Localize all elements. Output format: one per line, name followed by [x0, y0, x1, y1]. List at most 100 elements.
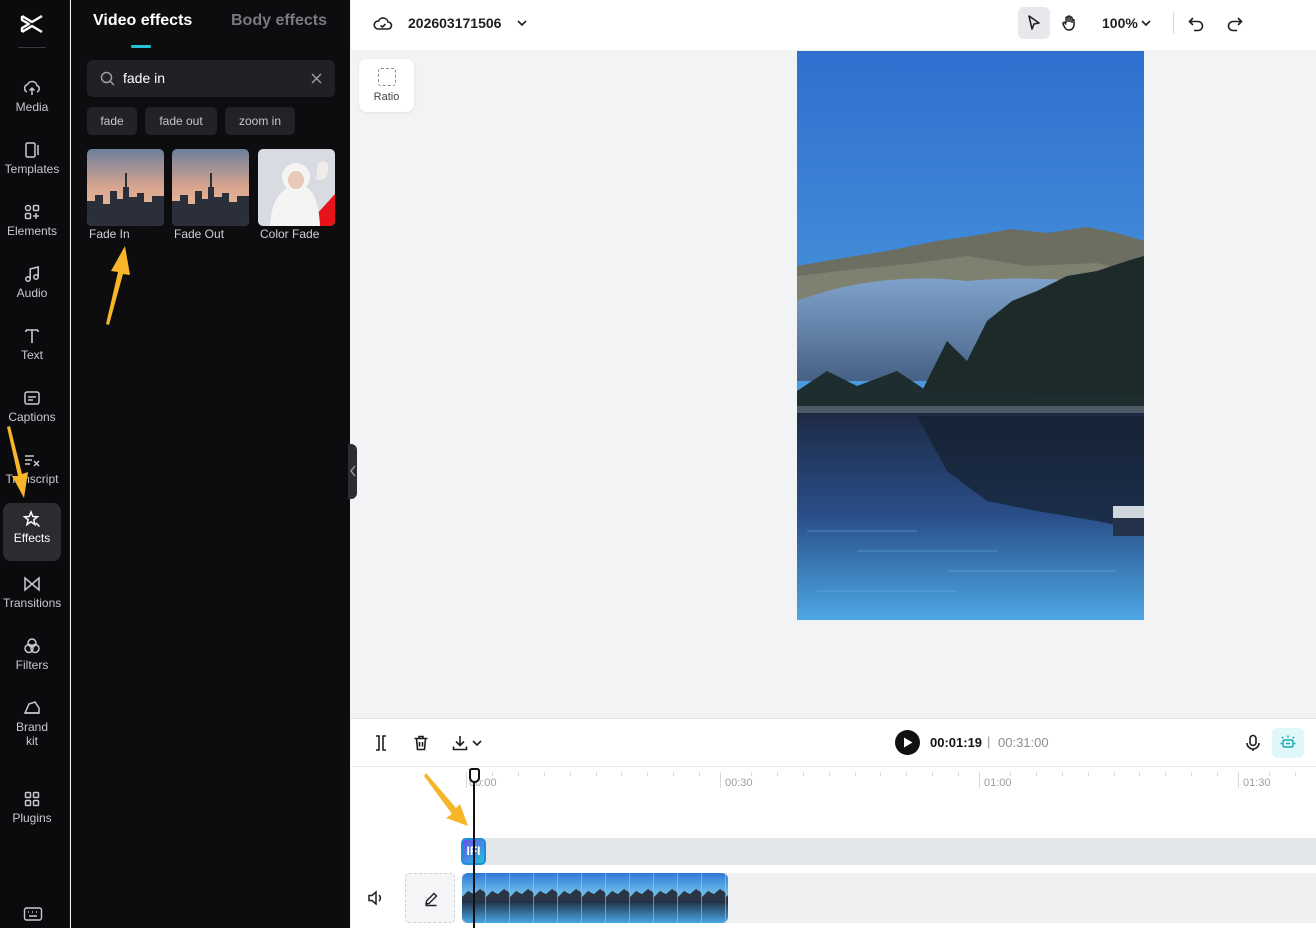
rail-item-label: Filters: [15, 658, 49, 672]
portrait-photo-image: [258, 149, 335, 226]
plugins-grid-icon: [24, 791, 40, 807]
rail-item-filters[interactable]: Filters: [3, 630, 61, 688]
ruler-major-tick: [466, 772, 467, 788]
auto-ai-button[interactable]: [1272, 728, 1304, 758]
suggestion-chip-fade[interactable]: fade: [87, 107, 137, 135]
track-volume-icon[interactable]: [367, 890, 385, 906]
ruler-minor-tick: [673, 772, 675, 776]
search-input[interactable]: [123, 68, 303, 88]
ruler-minor-tick: [1061, 772, 1063, 776]
rail-item-audio[interactable]: Audio: [3, 258, 61, 316]
capcut-logo-icon[interactable]: [18, 10, 46, 38]
panel-collapse-handle[interactable]: [348, 444, 357, 499]
effect-thumbnail-color-fade[interactable]: [258, 149, 335, 226]
filters-icon: [24, 638, 40, 654]
playhead-handle[interactable]: [469, 768, 480, 783]
undo-icon[interactable]: [1187, 14, 1205, 32]
effect-label-fade-in: Fade In: [89, 227, 130, 241]
ruler-major-tick: [720, 772, 721, 788]
rail-item-label: Plugins: [12, 811, 52, 825]
music-note-icon: [25, 266, 39, 282]
rail-item-templates[interactable]: Templates: [3, 134, 61, 192]
search-icon: [100, 71, 115, 86]
split-icon[interactable]: [371, 733, 391, 753]
ruler-major-tick: [979, 772, 980, 788]
ruler-minor-tick: [776, 772, 778, 776]
rail-item-transitions[interactable]: Transitions: [3, 568, 61, 626]
rail-item-label: Captions: [8, 410, 56, 424]
rail-item-elements[interactable]: Elements: [3, 196, 61, 254]
ruler-minor-tick: [1009, 772, 1011, 776]
ruler-label-00-30: 00:30: [725, 777, 753, 789]
time-separator: |: [987, 734, 991, 749]
play-icon: [904, 737, 913, 748]
effect-thumbnail-fade-out[interactable]: [172, 149, 249, 226]
ratio-button[interactable]: Ratio: [359, 59, 414, 112]
ratio-label: Ratio: [373, 91, 400, 103]
rail-item-brand-kit[interactable]: Brand kit: [3, 692, 61, 754]
transitions-icon: [24, 576, 40, 592]
download-icon[interactable]: [450, 733, 470, 753]
video-clip[interactable]: [462, 873, 728, 923]
tab-body-effects[interactable]: Body effects: [231, 12, 327, 30]
select-tool-button[interactable]: [1018, 7, 1050, 39]
brand-kit-icon: [23, 701, 40, 714]
rail-item-captions[interactable]: Captions: [3, 382, 61, 440]
effects-panel: Video effects Body effects fade fade out…: [71, 0, 350, 928]
active-tab-indicator: [131, 45, 151, 48]
ruler-major-tick: [1238, 772, 1239, 788]
rail-item-effects[interactable]: Effects: [3, 503, 61, 561]
ruler-minor-tick: [517, 772, 519, 776]
aspect-ratio-icon: [377, 68, 396, 86]
suggestion-chip-fade-out[interactable]: fade out: [145, 107, 217, 135]
rail-item-label: Audio: [16, 286, 48, 300]
keyboard-shortcuts-icon[interactable]: [23, 906, 43, 922]
hand-tool-button[interactable]: [1053, 7, 1085, 39]
effects-search[interactable]: [87, 60, 335, 97]
timeline-panel: 00:01:19 | 00:31:00 00:00 00:30 01:00 01…: [351, 718, 1316, 928]
project-name[interactable]: 202603171506: [408, 15, 501, 31]
suggestion-chip-zoom-in[interactable]: zoom in: [225, 107, 295, 135]
effect-thumbnail-fade-in[interactable]: [87, 149, 164, 226]
ruler-minor-tick: [880, 772, 882, 776]
delete-icon[interactable]: [411, 733, 431, 753]
effect-label-fade-out: Fade Out: [174, 227, 225, 241]
ruler-minor-tick: [958, 772, 960, 776]
play-button[interactable]: [895, 730, 920, 755]
cloud-upload-icon: [23, 80, 40, 95]
ruler-minor-tick: [595, 772, 597, 776]
ruler-label-01-30: 01:30: [1243, 777, 1271, 789]
rail-item-label: Transitions: [3, 596, 62, 610]
ruler-minor-tick: [1087, 772, 1089, 776]
ai-sparkle-icon: [1280, 735, 1296, 748]
rail-item-label: Text: [20, 348, 43, 362]
zoom-level[interactable]: 100%: [1102, 15, 1138, 31]
rail-item-label: Effects: [13, 531, 51, 545]
tab-video-effects[interactable]: Video effects: [93, 12, 192, 30]
top-bar: 202603171506 100%: [351, 0, 1316, 50]
cloud-sync-icon[interactable]: [373, 14, 393, 32]
ruler-minor-tick: [569, 772, 571, 776]
playhead[interactable]: [473, 769, 475, 928]
video-preview[interactable]: [797, 51, 1144, 620]
effect-track[interactable]: [462, 838, 1316, 865]
rail-item-media[interactable]: Media: [3, 72, 61, 130]
ruler-minor-tick: [1139, 772, 1141, 776]
rail-item-transcript[interactable]: Transcript: [3, 444, 61, 502]
rail-item-plugins[interactable]: Plugins: [3, 783, 61, 841]
city-skyline-image: [87, 149, 164, 226]
ruler-minor-tick: [699, 772, 701, 776]
redo-icon[interactable]: [1226, 14, 1244, 32]
clear-search-icon[interactable]: [310, 72, 323, 85]
transcript-icon: [25, 455, 40, 467]
ruler-label-01-00: 01:00: [984, 777, 1012, 789]
zoom-chevron-down-icon[interactable]: [1140, 17, 1152, 29]
cover-edit-button[interactable]: [405, 873, 455, 923]
ruler-minor-tick: [828, 772, 830, 776]
rail-item-text[interactable]: Text: [3, 320, 61, 378]
chevron-down-icon[interactable]: [516, 17, 528, 29]
ruler-minor-tick: [543, 772, 545, 776]
microphone-icon[interactable]: [1243, 733, 1263, 753]
elements-icon: [24, 204, 40, 220]
download-chevron-down-icon[interactable]: [471, 733, 483, 753]
